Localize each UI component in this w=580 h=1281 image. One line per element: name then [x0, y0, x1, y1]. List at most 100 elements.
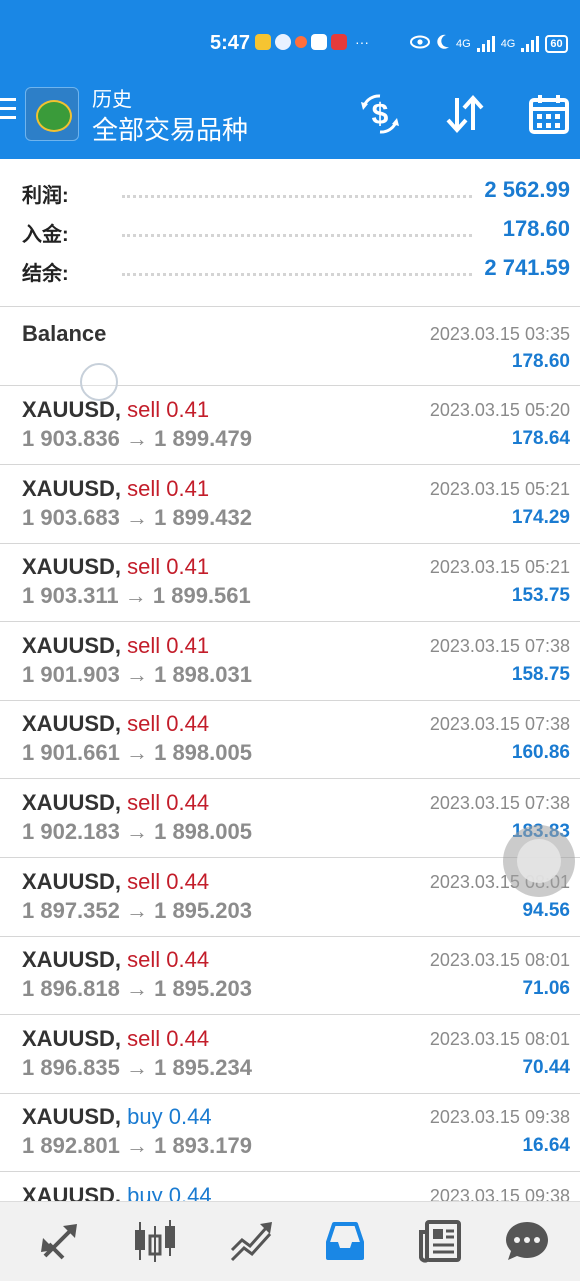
app-logo[interactable]	[25, 87, 79, 141]
trade-prices: 1 901.661 → 1 898.005	[22, 740, 252, 766]
trade-title: XAUUSD, sell 0.44	[22, 1026, 209, 1052]
trade-profit: 158.75	[511, 663, 570, 685]
trade-row[interactable]: XAUUSD, sell 0.41 1 903.683 → 1 899.432 20…	[0, 465, 580, 544]
trade-row[interactable]: XAUUSD, sell 0.44 1 896.818 → 1 895.203 20…	[0, 936, 580, 1016]
trade-prices: 1 902.183 → 1 898.005	[22, 819, 252, 844]
trade-volume: 0.41	[166, 397, 210, 422]
trade-prices: 1 903.311 → 1 899.561	[22, 583, 251, 609]
bottom-navigation	[0, 1201, 580, 1281]
signal-2-label: 4G	[500, 37, 516, 50]
trade-prices: 1 896.818 → 1 895.203	[22, 976, 252, 1002]
trade-date: 2023.03.15 09:38	[429, 1107, 570, 1128]
trade-date: 2023.03.15 05:21	[429, 478, 570, 499]
trade-date: 2023.03.15 07:38	[429, 635, 570, 656]
trade-profit: 174.29	[511, 506, 570, 528]
trade-side: sell	[127, 868, 161, 894]
moon-icon	[436, 34, 450, 53]
trade-title: XAUUSD, sell 0.44	[22, 947, 209, 973]
profit-value: 2 562.99	[484, 177, 570, 202]
trade-title: XAUUSD, sell 0.41	[22, 633, 209, 659]
trade-profit: 160.86	[511, 742, 570, 764]
trade-symbol: XAUUSD,	[22, 711, 122, 737]
trade-profit: 153.75	[511, 585, 570, 607]
calendar-icon[interactable]	[527, 92, 571, 136]
trade-symbol: XAUUSD,	[22, 1104, 122, 1130]
balance-entry-title: Balance	[22, 321, 107, 346]
trade-profit: 71.06	[522, 978, 570, 1000]
trade-profit: 178.64	[511, 428, 570, 449]
trade-row[interactable]: XAUUSD, sell 0.44 1 902.183 → 1 898.005 20…	[0, 779, 580, 858]
trade-profit: 94.56	[522, 899, 570, 921]
trade-side: sell	[127, 554, 161, 580]
trade-prices: 1 903.836 → 1 899.479	[22, 426, 252, 451]
trade-volume: 0.44	[166, 868, 210, 894]
deposit-row: 入金: 178.60	[22, 214, 572, 250]
trade-volume: 0.41	[166, 475, 210, 501]
floating-assistive-button[interactable]	[503, 825, 575, 897]
news-icon[interactable]	[415, 1216, 465, 1266]
browser-icon	[275, 34, 291, 50]
touch-indicator	[80, 363, 118, 401]
trade-symbol: XAUUSD,	[22, 632, 122, 658]
trade-date: 2023.03.15 08:01	[429, 950, 570, 971]
trade-side: sell	[127, 632, 161, 658]
trade-side: sell	[127, 711, 161, 737]
dotted-leader	[122, 234, 472, 237]
eye-comfort-icon	[410, 35, 430, 52]
trade-side: sell	[127, 947, 161, 973]
trade-title: XAUUSD, sell 0.41	[22, 476, 209, 502]
history-icon[interactable]	[320, 1216, 370, 1266]
trade-row[interactable]: XAUUSD, sell 0.44 1 901.661 → 1 898.005 20…	[0, 700, 580, 780]
chat-icon[interactable]	[502, 1216, 552, 1266]
trade-side: sell	[127, 790, 161, 815]
balance-row: 结余: 2 741.59	[22, 253, 572, 289]
trade-symbol: XAUUSD,	[22, 1025, 122, 1051]
trade-date: 2023.03.15 08:01	[429, 1028, 570, 1049]
dotted-leader	[122, 195, 472, 198]
deposit-label: 入金:	[22, 224, 69, 246]
quotes-icon[interactable]	[35, 1216, 85, 1266]
trade-prices: 1 896.835 → 1 895.234	[22, 1054, 252, 1080]
trade-title: XAUUSD, sell 0.41	[22, 554, 209, 580]
trade-prices: 1 901.903 → 1 898.031	[22, 661, 252, 687]
trade-volume: 0.44	[166, 1025, 210, 1051]
currency-exchange-icon[interactable]: $	[358, 92, 402, 136]
trade-row[interactable]: XAUUSD, sell 0.41 1 903.311 → 1 899.561 20…	[0, 543, 580, 623]
trade-symbol: XAUUSD,	[22, 397, 122, 422]
page-subtitle: 历史	[92, 89, 132, 111]
menu-icon[interactable]	[0, 98, 16, 125]
trade-volume: 0.41	[166, 632, 210, 658]
more-notifications: ···	[355, 34, 369, 50]
trade-profit: 16.64	[522, 1135, 570, 1157]
signal-1-icon	[476, 35, 495, 52]
trade-side: sell	[127, 397, 161, 422]
trade-symbol: XAUUSD,	[22, 790, 122, 815]
chart-icon[interactable]	[130, 1216, 180, 1266]
trade-prices: 1 892.801 → 1 893.179	[22, 1133, 252, 1159]
trade-date: 2023.03.15 07:38	[429, 714, 570, 735]
sort-icon[interactable]	[443, 92, 487, 136]
trade-row[interactable]: XAUUSD, sell 0.44 1 897.352 → 1 895.203 20…	[0, 858, 580, 937]
balance-value: 2 741.59	[484, 255, 570, 280]
balance-label: 结余:	[22, 263, 69, 285]
trade-date: 2023.03.15 07:38	[429, 793, 570, 813]
globe-icon	[36, 100, 72, 132]
mail-icon	[255, 34, 271, 50]
status-time: 5:47	[210, 32, 251, 54]
trade-volume: 0.44	[166, 790, 210, 815]
trade-side: sell	[127, 475, 161, 501]
trade-title: XAUUSD, sell 0.44	[22, 711, 209, 737]
balance-entry-date: 2023.03.15 03:35	[429, 324, 570, 344]
trade-row[interactable]: XAUUSD, sell 0.44 1 896.835 → 1 895.234 20…	[0, 1015, 580, 1094]
trade-row[interactable]: XAUUSD, sell 0.41 1 903.836 → 1 899.479 20…	[0, 386, 580, 465]
page-title[interactable]: 全部交易品种	[92, 110, 248, 147]
trade-prices: 1 897.352 → 1 895.203	[22, 897, 252, 923]
trade-row[interactable]: XAUUSD, buy 0.44 1 892.801 → 1 893.179 202…	[0, 1093, 580, 1173]
trade-icon[interactable]	[226, 1216, 276, 1266]
trade-volume: 0.41	[166, 554, 210, 580]
trade-row[interactable]: XAUUSD, sell 0.41 1 901.903 → 1 898.031 20…	[0, 622, 580, 701]
trade-side: buy	[127, 1104, 163, 1130]
status-notifications: ···	[255, 34, 369, 50]
dotted-leader	[122, 273, 472, 276]
trade-title: XAUUSD, buy 0.44	[22, 1104, 212, 1130]
